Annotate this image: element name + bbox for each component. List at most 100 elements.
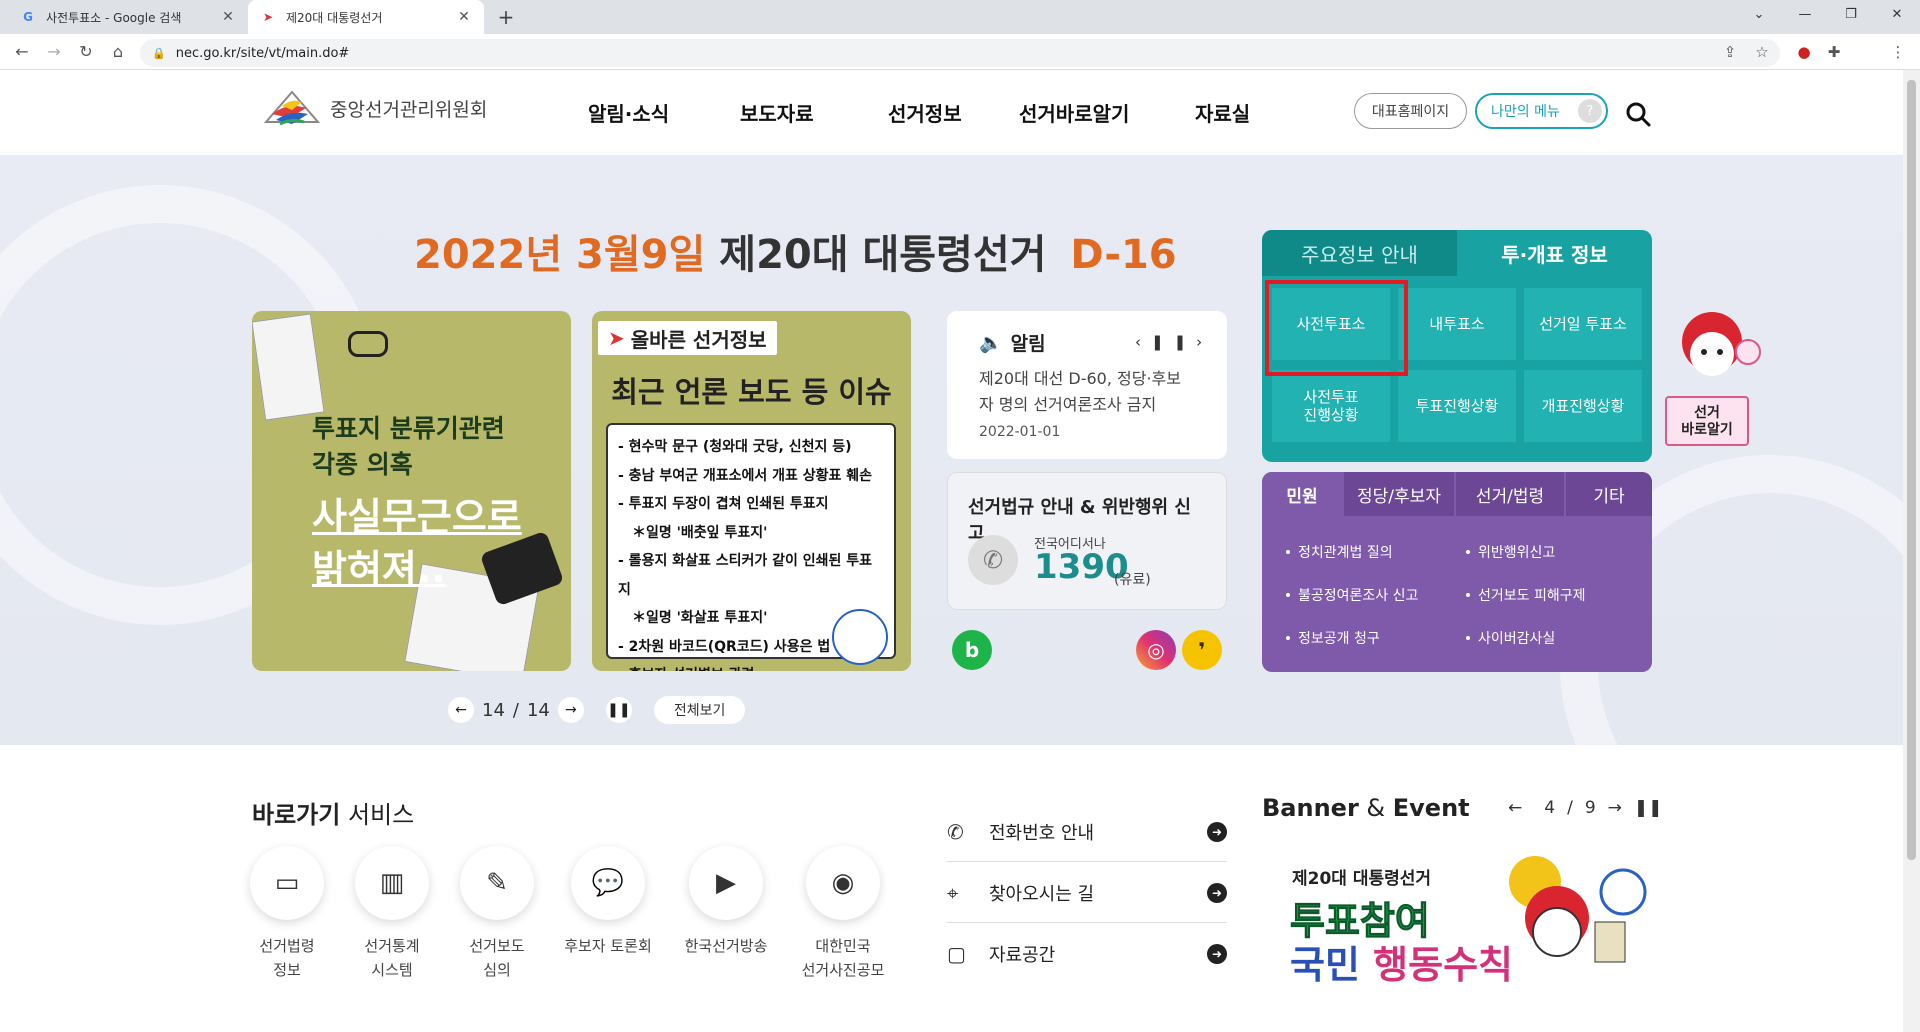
bookmark-star-icon[interactable]: ☆ xyxy=(1750,40,1774,64)
prev-banner-icon[interactable]: ← xyxy=(1508,798,1522,818)
link-directions[interactable]: ⌖ 찾아오시는 길 ➜ xyxy=(947,863,1227,923)
pause-notice-icon[interactable]: ❚❚ xyxy=(1151,333,1196,351)
notice-controls: ‹❚❚› xyxy=(1135,333,1212,351)
reload-icon[interactable]: ↻ xyxy=(74,40,98,64)
early-voting-progress-button[interactable]: 사전투표 진행상황 xyxy=(1272,370,1390,442)
new-tab-button[interactable]: + xyxy=(492,4,520,30)
notice-date: 2022-01-01 xyxy=(979,424,1061,440)
nec-logo-icon xyxy=(263,90,321,126)
tab-main-info[interactable]: 주요정보 안내 xyxy=(1262,230,1457,276)
mascot-magnifier-icon xyxy=(832,609,888,665)
voting-progress-button[interactable]: 투표진행상황 xyxy=(1398,370,1516,442)
close-window-button[interactable]: ✕ xyxy=(1874,0,1920,30)
address-bar[interactable]: 🔒 nec.go.kr/site/vt/main.do# xyxy=(140,39,1780,67)
link-info-disclosure[interactable]: 정보공개 청구 xyxy=(1286,628,1380,648)
prev-notice-icon[interactable]: ‹ xyxy=(1135,333,1151,351)
pause-icon[interactable]: ❚❚ xyxy=(605,697,632,723)
adblock-icon[interactable]: ● xyxy=(1792,40,1816,64)
issue-item: - 충남 부여군 개표소에서 개표 상황표 훼손 xyxy=(618,467,873,484)
quick-photo-contest[interactable]: ◉ 대한민국 선거사진공모 xyxy=(783,846,903,982)
next-notice-icon[interactable]: › xyxy=(1196,333,1212,351)
election-name: 제20대 대통령선거 xyxy=(719,232,1047,278)
tab-party-candidate[interactable]: 정당/후보자 xyxy=(1344,472,1454,516)
tab-search-icon[interactable]: ⌄ xyxy=(1736,0,1782,30)
next-banner-icon[interactable]: → xyxy=(1608,798,1622,818)
notice-body[interactable]: 제20대 대선 D-60, 정당·후보자 명의 선거여론조사 금지 xyxy=(979,366,1195,418)
nav-election-info[interactable]: 선거정보 xyxy=(888,98,962,127)
close-tab-icon[interactable]: ✕ xyxy=(456,9,472,25)
notice-box[interactable]: 🔈 알림 ‹❚❚› 제20대 대선 D-60, 정당·후보자 명의 선거여론조사… xyxy=(947,311,1227,459)
quick-election-law[interactable]: ▭ 선거법령 정보 xyxy=(227,846,347,982)
home-icon[interactable]: ⌂ xyxy=(106,40,130,64)
mascot-label-line2: 바로알기 xyxy=(1681,422,1733,438)
quick-label: 대한민국 xyxy=(815,937,871,955)
pause-banner-icon[interactable]: ❚❚ xyxy=(1634,798,1663,818)
election-day-polling-place-button[interactable]: 선거일 투표소 xyxy=(1524,288,1642,360)
main-homepage-button[interactable]: 대표홈페이지 xyxy=(1354,93,1467,129)
banner-image[interactable]: 제20대 대통령선거 투표참여 국민 행동수칙 xyxy=(1270,842,1655,992)
browser-tab-nec[interactable]: ➤ 제20대 대통령선거 ✕ xyxy=(248,0,484,34)
banner-line1: 제20대 대통령선거 xyxy=(1292,869,1432,889)
instagram-icon[interactable]: ◎ xyxy=(1136,630,1176,670)
link-violation-report[interactable]: 위반행위신고 xyxy=(1466,542,1555,562)
view-all-button[interactable]: 전체보기 xyxy=(653,696,746,724)
quick-election-stats[interactable]: ▥ 선거통계 시스템 xyxy=(332,846,452,982)
quick-label: 정보 xyxy=(273,961,301,979)
quick-election-broadcast[interactable]: ▶ 한국선거방송 xyxy=(666,846,786,958)
kakao-icon[interactable]: ❜ xyxy=(1182,630,1222,670)
card1-subtitle: 투표지 분류기관련 각종 의혹 xyxy=(312,411,505,483)
card1-line4: 밝혀져.. xyxy=(312,547,446,591)
dday-banner: 2022년 3월9일 제20대 대통령선거 D-16 xyxy=(414,222,1177,280)
prev-slide-icon[interactable]: ← xyxy=(448,697,474,723)
more-menu-icon[interactable]: ⋮ xyxy=(1886,40,1910,64)
link-press-damage-relief[interactable]: 선거보도 피해구제 xyxy=(1466,585,1586,605)
browser-tab-google[interactable]: G 사전투표소 - Google 검색 ✕ xyxy=(8,0,248,34)
tab-etc[interactable]: 기타 xyxy=(1566,472,1652,516)
slide-current: 14 xyxy=(482,699,505,721)
banner-line3a: 국민 xyxy=(1290,943,1360,987)
nav-archive[interactable]: 자료실 xyxy=(1195,98,1250,127)
banner-sep: / xyxy=(1567,798,1573,818)
link-unfair-poll-report[interactable]: 불공정여론조사 신고 xyxy=(1286,585,1418,605)
link-cyber-audit[interactable]: 사이버감사실 xyxy=(1466,628,1555,648)
maximize-button[interactable]: ❐ xyxy=(1828,0,1874,30)
banner-event-title: Banner & Event xyxy=(1262,794,1470,822)
slide-card-ballot-rumor[interactable]: 투표지 분류기관련 각종 의혹 사실무근으로밝혀져.. xyxy=(252,311,571,671)
tab-civil[interactable]: 민원 xyxy=(1262,472,1342,516)
link-archive[interactable]: ▢ 자료공간 ➜ xyxy=(947,924,1227,984)
minimize-button[interactable]: — xyxy=(1782,0,1828,30)
card1-line2: 각종 의혹 xyxy=(312,450,413,479)
mascot-label[interactable]: 선거 바로알기 xyxy=(1665,396,1749,446)
book-icon: ▭ xyxy=(250,846,324,920)
quick-title-rest: 서비스 xyxy=(340,801,415,829)
quick-candidate-debate[interactable]: 💬 후보자 토론회 xyxy=(548,846,668,958)
counting-progress-button[interactable]: 개표진행상황 xyxy=(1524,370,1642,442)
slide-card-correct-info[interactable]: ➤ 올바른 선거정보 최근 언론 보도 등 이슈 - 현수막 문구 (청와대 굿… xyxy=(592,311,911,671)
report-box[interactable]: 선거법규 안내 & 위반행위 신고 ✆ 전국어디서나 1390 (유료) xyxy=(947,472,1227,610)
paper-illustration xyxy=(252,313,325,421)
link-political-law-inquiry[interactable]: 정치관계법 질의 xyxy=(1286,542,1393,562)
quick-label: 선거사진공모 xyxy=(801,961,885,979)
forward-arrow-icon[interactable]: → xyxy=(42,40,66,64)
tab-election-law[interactable]: 선거/법령 xyxy=(1456,472,1564,516)
my-polling-place-button[interactable]: 내투표소 xyxy=(1398,288,1516,360)
back-arrow-icon[interactable]: ← xyxy=(10,40,34,64)
correct-info-badge: ➤ 올바른 선거정보 xyxy=(598,321,777,355)
nav-election-guide[interactable]: 선거바로알기 xyxy=(1019,98,1129,127)
site-logo[interactable]: 중앙선거관리위원회 xyxy=(262,84,487,132)
card1-line3: 사실무근으로 xyxy=(312,495,522,539)
extensions-puzzle-icon[interactable]: ✚ xyxy=(1822,40,1846,64)
tab-voting-info[interactable]: 투·개표 정보 xyxy=(1457,230,1652,276)
close-tab-icon[interactable]: ✕ xyxy=(220,9,236,25)
quick-press-review[interactable]: ✎ 선거보도 심의 xyxy=(437,846,557,982)
scrollbar-thumb[interactable] xyxy=(1907,80,1916,860)
nav-press[interactable]: 보도자료 xyxy=(740,98,814,127)
link-phone-directory[interactable]: ✆ 전화번호 안내 ➜ xyxy=(947,802,1227,862)
my-menu-button[interactable]: 나만의 메뉴 ? xyxy=(1475,93,1608,129)
blog-icon[interactable]: b xyxy=(952,630,992,670)
nav-news[interactable]: 알림·소식 xyxy=(588,98,669,127)
next-slide-icon[interactable]: → xyxy=(557,697,584,723)
share-icon[interactable]: ⇪ xyxy=(1718,40,1742,64)
folder-icon: ▢ xyxy=(947,942,966,966)
search-icon[interactable] xyxy=(1624,100,1652,128)
